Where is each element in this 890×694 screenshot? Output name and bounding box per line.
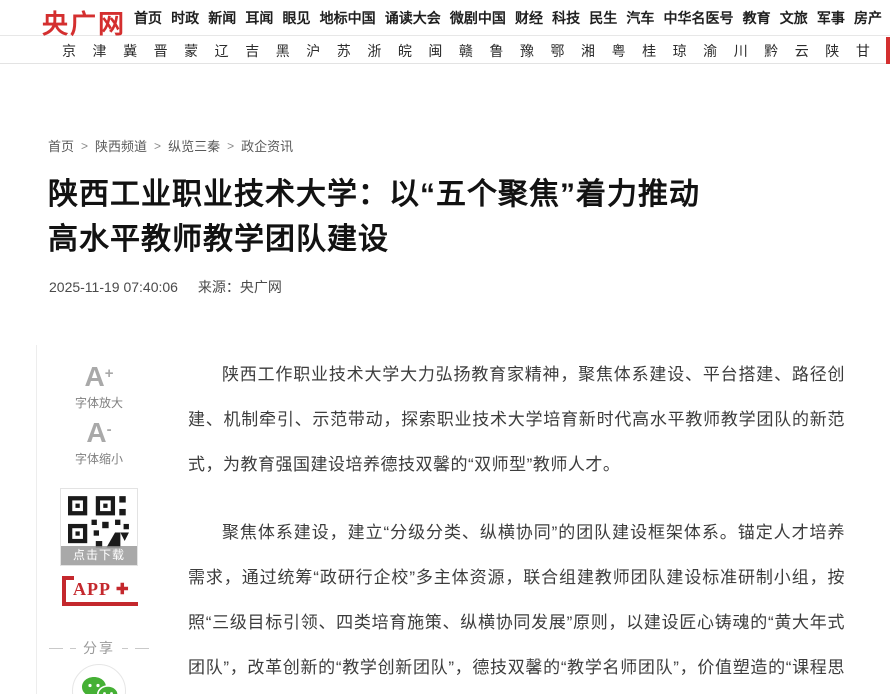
font-shrink-label: 字体缩小 — [44, 450, 154, 467]
region-navbar: 京 津 冀 晋 蒙 辽 吉 黑 沪 苏 浙 皖 闽 赣 鲁 豫 鄂 湘 粤 桂 … — [0, 37, 890, 64]
region-fujian[interactable]: 闽 — [428, 41, 442, 61]
page: 央广网 首页 时政 新闻 耳闻 眼见 地标中国 诵读大会 微剧中国 财经 科技 … — [0, 0, 890, 694]
sidebar-divider — [36, 345, 37, 694]
region-guizhou[interactable]: 黔 — [764, 41, 778, 61]
region-chongqing[interactable]: 渝 — [703, 41, 717, 61]
article-body: 陕西工作职业技术大学大力弘扬教育家精神，聚焦体系建设、平台搭建、路径创建、机制牵… — [188, 352, 845, 694]
right-edge-accent — [886, 37, 890, 64]
nav-item-news[interactable]: 新闻 — [208, 8, 236, 28]
region-jiangxi[interactable]: 赣 — [459, 41, 473, 61]
article-paragraph: 聚焦体系建设，建立“分级分类、纵横协同”的团队建设框架体系。锚定人才培养需求，通… — [188, 510, 845, 694]
share-divider-line — [49, 648, 63, 649]
nav-item-landmark-china[interactable]: 地标中国 — [320, 8, 376, 28]
share-label: 分享 — [83, 638, 115, 658]
nav-item-politics[interactable]: 时政 — [171, 8, 199, 28]
region-neimenggu[interactable]: 蒙 — [184, 41, 198, 61]
font-enlarge-symbol: A+ — [44, 360, 154, 391]
nav-item-military[interactable]: 军事 — [817, 8, 845, 28]
region-liaoning[interactable]: 辽 — [215, 41, 229, 61]
font-enlarge-label: 字体放大 — [44, 394, 154, 411]
qr-caption: 点击下载 — [61, 546, 137, 565]
nav-item-doctors[interactable]: 中华名医号 — [664, 8, 734, 28]
nav-item-home[interactable]: 首页 — [134, 8, 162, 28]
nav-item-video[interactable]: 眼见 — [283, 8, 311, 28]
nav-item-reading[interactable]: 诵读大会 — [385, 8, 441, 28]
region-anhui[interactable]: 皖 — [398, 41, 412, 61]
top-navbar: 央广网 首页 时政 新闻 耳闻 眼见 地标中国 诵读大会 微剧中国 财经 科技 … — [0, 0, 890, 36]
share-divider-line — [135, 648, 149, 649]
breadcrumb-separator: > — [227, 139, 234, 153]
font-enlarge-button[interactable]: A+ 字体放大 — [44, 360, 154, 411]
nav-item-livelihood[interactable]: 民生 — [589, 8, 617, 28]
nav-item-finance[interactable]: 财经 — [515, 8, 543, 28]
region-jiangsu[interactable]: 苏 — [337, 41, 351, 61]
breadcrumb-separator: > — [81, 139, 88, 153]
region-zhejiang[interactable]: 浙 — [367, 41, 381, 61]
breadcrumb-separator: > — [154, 139, 161, 153]
region-shaanxi[interactable]: 陕 — [825, 41, 839, 61]
nav-item-culture-travel[interactable]: 文旅 — [780, 8, 808, 28]
region-shanghai[interactable]: 沪 — [306, 41, 320, 61]
breadcrumb-home[interactable]: 首页 — [48, 136, 74, 155]
region-gansu[interactable]: 甘 — [856, 41, 870, 61]
app-download-qr[interactable]: 点击下载 — [60, 488, 138, 566]
nav-item-audio[interactable]: 耳闻 — [245, 8, 273, 28]
region-tianjin[interactable]: 津 — [93, 41, 107, 61]
font-shrink-symbol: A- — [44, 416, 154, 447]
article-source: 来源：央广网 — [198, 279, 282, 295]
breadcrumb-shaanxi-channel[interactable]: 陕西频道 — [95, 136, 147, 155]
app-label: APP — [73, 579, 111, 600]
region-guangdong[interactable]: 粤 — [612, 41, 626, 61]
region-hubei[interactable]: 鄂 — [551, 41, 565, 61]
region-guangxi[interactable]: 桂 — [642, 41, 656, 61]
breadcrumb: 首页 > 陕西频道 > 纵览三秦 > 政企资讯 — [48, 136, 293, 155]
nav-item-property[interactable]: 房产 — [854, 8, 882, 28]
region-henan[interactable]: 豫 — [520, 41, 534, 61]
region-sichuan[interactable]: 川 — [734, 41, 748, 61]
share-section: 分享 — [44, 638, 154, 658]
region-shandong[interactable]: 鲁 — [489, 41, 503, 61]
article-paragraph: 陕西工作职业技术大学大力弘扬教育家精神，聚焦体系建设、平台搭建、路径创建、机制牵… — [188, 352, 845, 487]
plus-icon: ✚ — [116, 582, 129, 597]
breadcrumb-gov-biz-news[interactable]: 政企资讯 — [241, 136, 293, 155]
region-heilongjiang[interactable]: 黑 — [276, 41, 290, 61]
wechat-icon — [71, 663, 127, 694]
article-meta: 2025-11-19 07:40:06 来源：央广网 — [49, 277, 282, 297]
region-yunnan[interactable]: 云 — [795, 41, 809, 61]
app-download-button[interactable]: APP ✚ — [62, 576, 138, 606]
wechat-share-button[interactable] — [71, 663, 127, 694]
article-title: 陕西工业职业技术大学：以“五个聚焦”着力推动 高水平教师教学团队建设 — [48, 172, 748, 262]
region-hunan[interactable]: 湘 — [581, 41, 595, 61]
nav-item-auto[interactable]: 汽车 — [626, 8, 654, 28]
share-divider-line — [122, 648, 128, 649]
region-jilin[interactable]: 吉 — [245, 41, 259, 61]
nav-item-education[interactable]: 教育 — [743, 8, 771, 28]
main-nav: 首页 时政 新闻 耳闻 眼见 地标中国 诵读大会 微剧中国 财经 科技 民生 汽… — [134, 0, 882, 36]
breadcrumb-sanqin[interactable]: 纵览三秦 — [168, 136, 220, 155]
region-nav: 京 津 冀 晋 蒙 辽 吉 黑 沪 苏 浙 皖 闽 赣 鲁 豫 鄂 湘 粤 桂 … — [62, 37, 870, 64]
region-shanxi[interactable]: 晋 — [154, 41, 168, 61]
app-logo-bracket — [62, 576, 74, 580]
publish-date: 2025-11-19 07:40:06 — [49, 279, 178, 295]
site-logo[interactable]: 央广网 — [42, 4, 126, 41]
region-hebei[interactable]: 冀 — [123, 41, 137, 61]
region-hainan[interactable]: 琼 — [673, 41, 687, 61]
nav-item-microdrama[interactable]: 微剧中国 — [450, 8, 506, 28]
font-shrink-button[interactable]: A- 字体缩小 — [44, 416, 154, 467]
share-divider-line — [70, 648, 76, 649]
nav-item-tech[interactable]: 科技 — [552, 8, 580, 28]
region-beijing[interactable]: 京 — [62, 41, 76, 61]
